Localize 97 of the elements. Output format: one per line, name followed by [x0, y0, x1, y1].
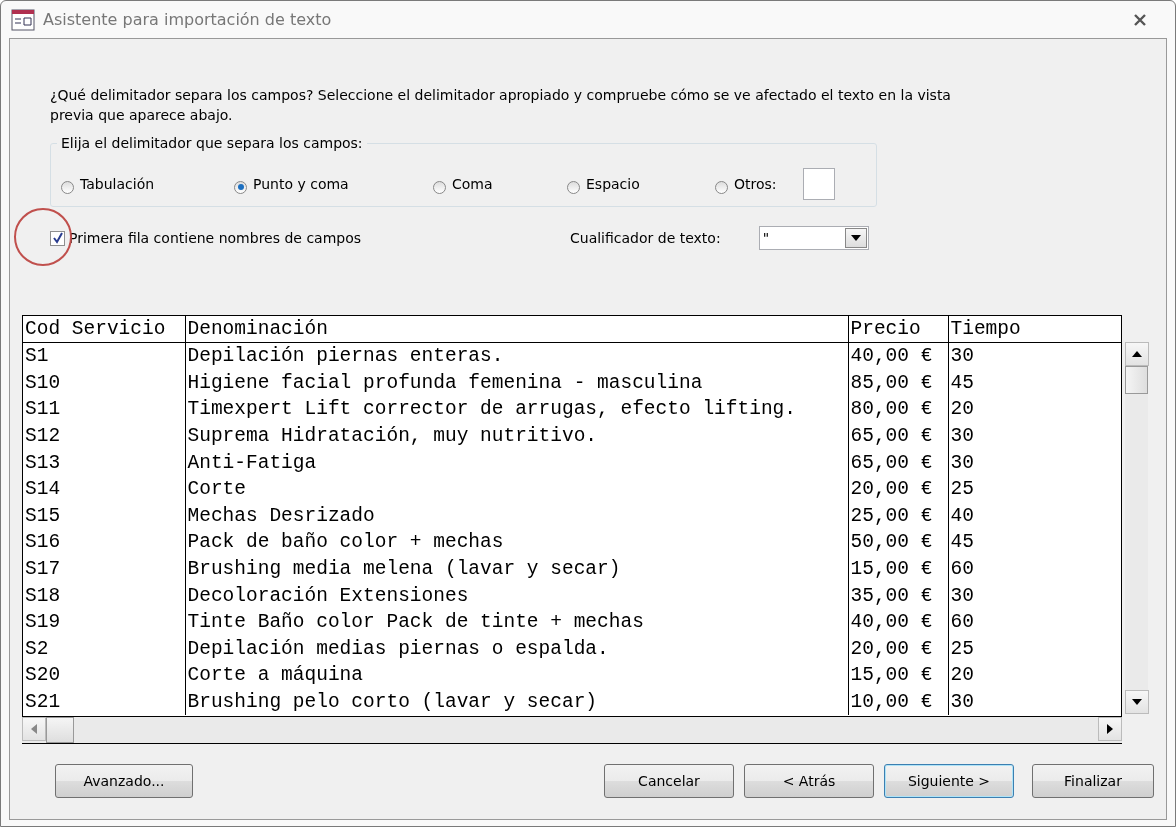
- table-cell: 65,00 €: [850, 451, 933, 474]
- other-delimiter-field[interactable]: [802, 168, 835, 200]
- radio-label[interactable]: Otros:: [734, 176, 777, 192]
- table-cell: 50,00 €: [850, 531, 933, 554]
- table-cell: 20: [950, 398, 974, 421]
- table-cell: 20,00 €: [850, 478, 933, 501]
- qualifier-dropdown[interactable]: ": [758, 226, 869, 250]
- radio-label[interactable]: Punto y coma: [253, 176, 349, 192]
- table-cell: 40,00 €: [850, 611, 933, 634]
- table-cell: S10: [25, 371, 61, 394]
- instructions-text: ¿Qué delimitador separa los campos? Seleccione el delimitador apropiado y compruebe cómo se ve afectado el texto en la vista previa que aparece abajo.: [50, 86, 952, 125]
- radio-button[interactable]: [433, 180, 446, 194]
- table-cell: S14: [25, 478, 61, 501]
- table-cell: 10,00 €: [850, 691, 933, 713]
- table-cell: 30: [950, 691, 974, 713]
- table-cell: 80,00 €: [850, 398, 933, 421]
- table-cell: S17: [25, 558, 61, 581]
- table-cell: 85,00 €: [850, 371, 933, 394]
- table-cell: 15,00 €: [850, 664, 933, 687]
- table-cell: S18: [25, 584, 61, 607]
- scroll-down-button[interactable]: [1125, 690, 1149, 714]
- table-cell: 65,00 €: [850, 425, 933, 448]
- horizontal-scrollbar[interactable]: [22, 717, 1122, 744]
- scrollbar-thumb[interactable]: [46, 717, 74, 743]
- scroll-up-arrow-icon[interactable]: [1132, 351, 1142, 357]
- scrollbar-thumb[interactable]: [1125, 366, 1148, 394]
- dialog-button[interactable]: Avanzado...: [55, 764, 193, 798]
- column-header: Tiempo: [948, 316, 1121, 343]
- table-cell: 25: [950, 478, 974, 501]
- scroll-right-button[interactable]: [1098, 717, 1122, 741]
- table-cell: Decoloración Extensiones: [187, 584, 469, 607]
- dialog-button[interactable]: < Atrás: [744, 764, 874, 798]
- table-cell: S13: [25, 451, 61, 474]
- column-header: Denominación: [185, 316, 848, 343]
- table-cell: S15: [25, 504, 61, 527]
- table-cell: Depilación piernas enteras.: [187, 345, 504, 368]
- table-cell: 60: [950, 558, 974, 581]
- table-cell: 45: [950, 531, 974, 554]
- table-cell: 30: [950, 425, 974, 448]
- table-cell: 25: [950, 637, 974, 660]
- table-cell: S1: [25, 345, 49, 368]
- table-cell: 60: [950, 611, 974, 634]
- window-app-icon: [11, 8, 35, 31]
- table-cell: S20: [25, 664, 61, 687]
- table-cell: 40,00 €: [850, 345, 933, 368]
- table-cell: Depilación medias piernas o espalda.: [187, 637, 609, 660]
- column-header: Cod Servicio: [23, 316, 185, 343]
- dialog-button[interactable]: Finalizar: [1032, 764, 1154, 798]
- table-cell: Corte a máquina: [187, 664, 364, 687]
- scroll-left-button[interactable]: [22, 717, 46, 741]
- scroll-left-arrow-icon[interactable]: [31, 724, 37, 734]
- table-cell: 20: [950, 664, 974, 687]
- table-cell: 20,00 €: [850, 637, 933, 660]
- table-cell: S21: [25, 691, 61, 713]
- dialog-button[interactable]: Siguiente >: [884, 764, 1014, 798]
- radio-label[interactable]: Espacio: [586, 176, 640, 192]
- table-cell: Tinte Baño color Pack de tinte + mechas: [187, 611, 644, 634]
- group-legend: Elija el delimitador que separa los campos:: [57, 135, 367, 151]
- radio-button[interactable]: [61, 180, 74, 194]
- table-cell: Anti-Fatiga: [187, 451, 317, 474]
- table-cell: 45: [950, 371, 974, 394]
- table-cell: Pack de baño color + mechas: [187, 531, 504, 554]
- table-cell: 40: [950, 504, 974, 527]
- dialog-button[interactable]: Cancelar: [604, 764, 734, 798]
- close-icon[interactable]: [1133, 12, 1147, 27]
- radio-button[interactable]: [234, 180, 247, 194]
- radio-label[interactable]: Coma: [452, 176, 493, 192]
- table-cell: S2: [25, 637, 49, 660]
- vertical-scrollbar[interactable]: [1125, 342, 1148, 714]
- scroll-down-arrow-icon[interactable]: [1132, 699, 1142, 705]
- table-cell: 15,00 €: [850, 558, 933, 581]
- table-cell: 30: [950, 345, 974, 368]
- table-cell: 30: [950, 584, 974, 607]
- table-cell: 35,00 €: [850, 584, 933, 607]
- table-cell: 30: [950, 451, 974, 474]
- table-cell: Mechas Desrizado: [187, 504, 375, 527]
- scroll-right-arrow-icon[interactable]: [1107, 724, 1113, 734]
- highlight-circle: [14, 208, 72, 266]
- table-cell: S19: [25, 611, 61, 634]
- qualifier-label: Cualificador de texto:: [570, 230, 721, 246]
- table-cell: Corte: [187, 478, 246, 501]
- table-cell: S11: [25, 398, 61, 421]
- column-header: Precio: [848, 316, 948, 343]
- table-cell: Timexpert Lift corrector de arrugas, efecto lifting.: [187, 398, 796, 421]
- radio-label[interactable]: Tabulación: [80, 176, 155, 192]
- radio-button[interactable]: [567, 180, 580, 194]
- table-cell: S16: [25, 531, 61, 554]
- table-cell: S12: [25, 425, 61, 448]
- scroll-up-button[interactable]: [1125, 342, 1149, 366]
- radio-button[interactable]: [715, 180, 728, 194]
- table-cell: 25,00 €: [850, 504, 933, 527]
- checkbox[interactable]: [50, 230, 65, 246]
- table-cell: Higiene facial profunda femenina - masculina: [187, 371, 703, 394]
- table-cell: Brushing pelo corto (lavar y secar): [187, 691, 598, 713]
- window-title: Asistente para importación de texto: [43, 10, 332, 29]
- table-cell: Suprema Hidratación, muy nutritivo.: [187, 425, 598, 448]
- table-cell: Brushing media melena (lavar y secar): [187, 558, 621, 581]
